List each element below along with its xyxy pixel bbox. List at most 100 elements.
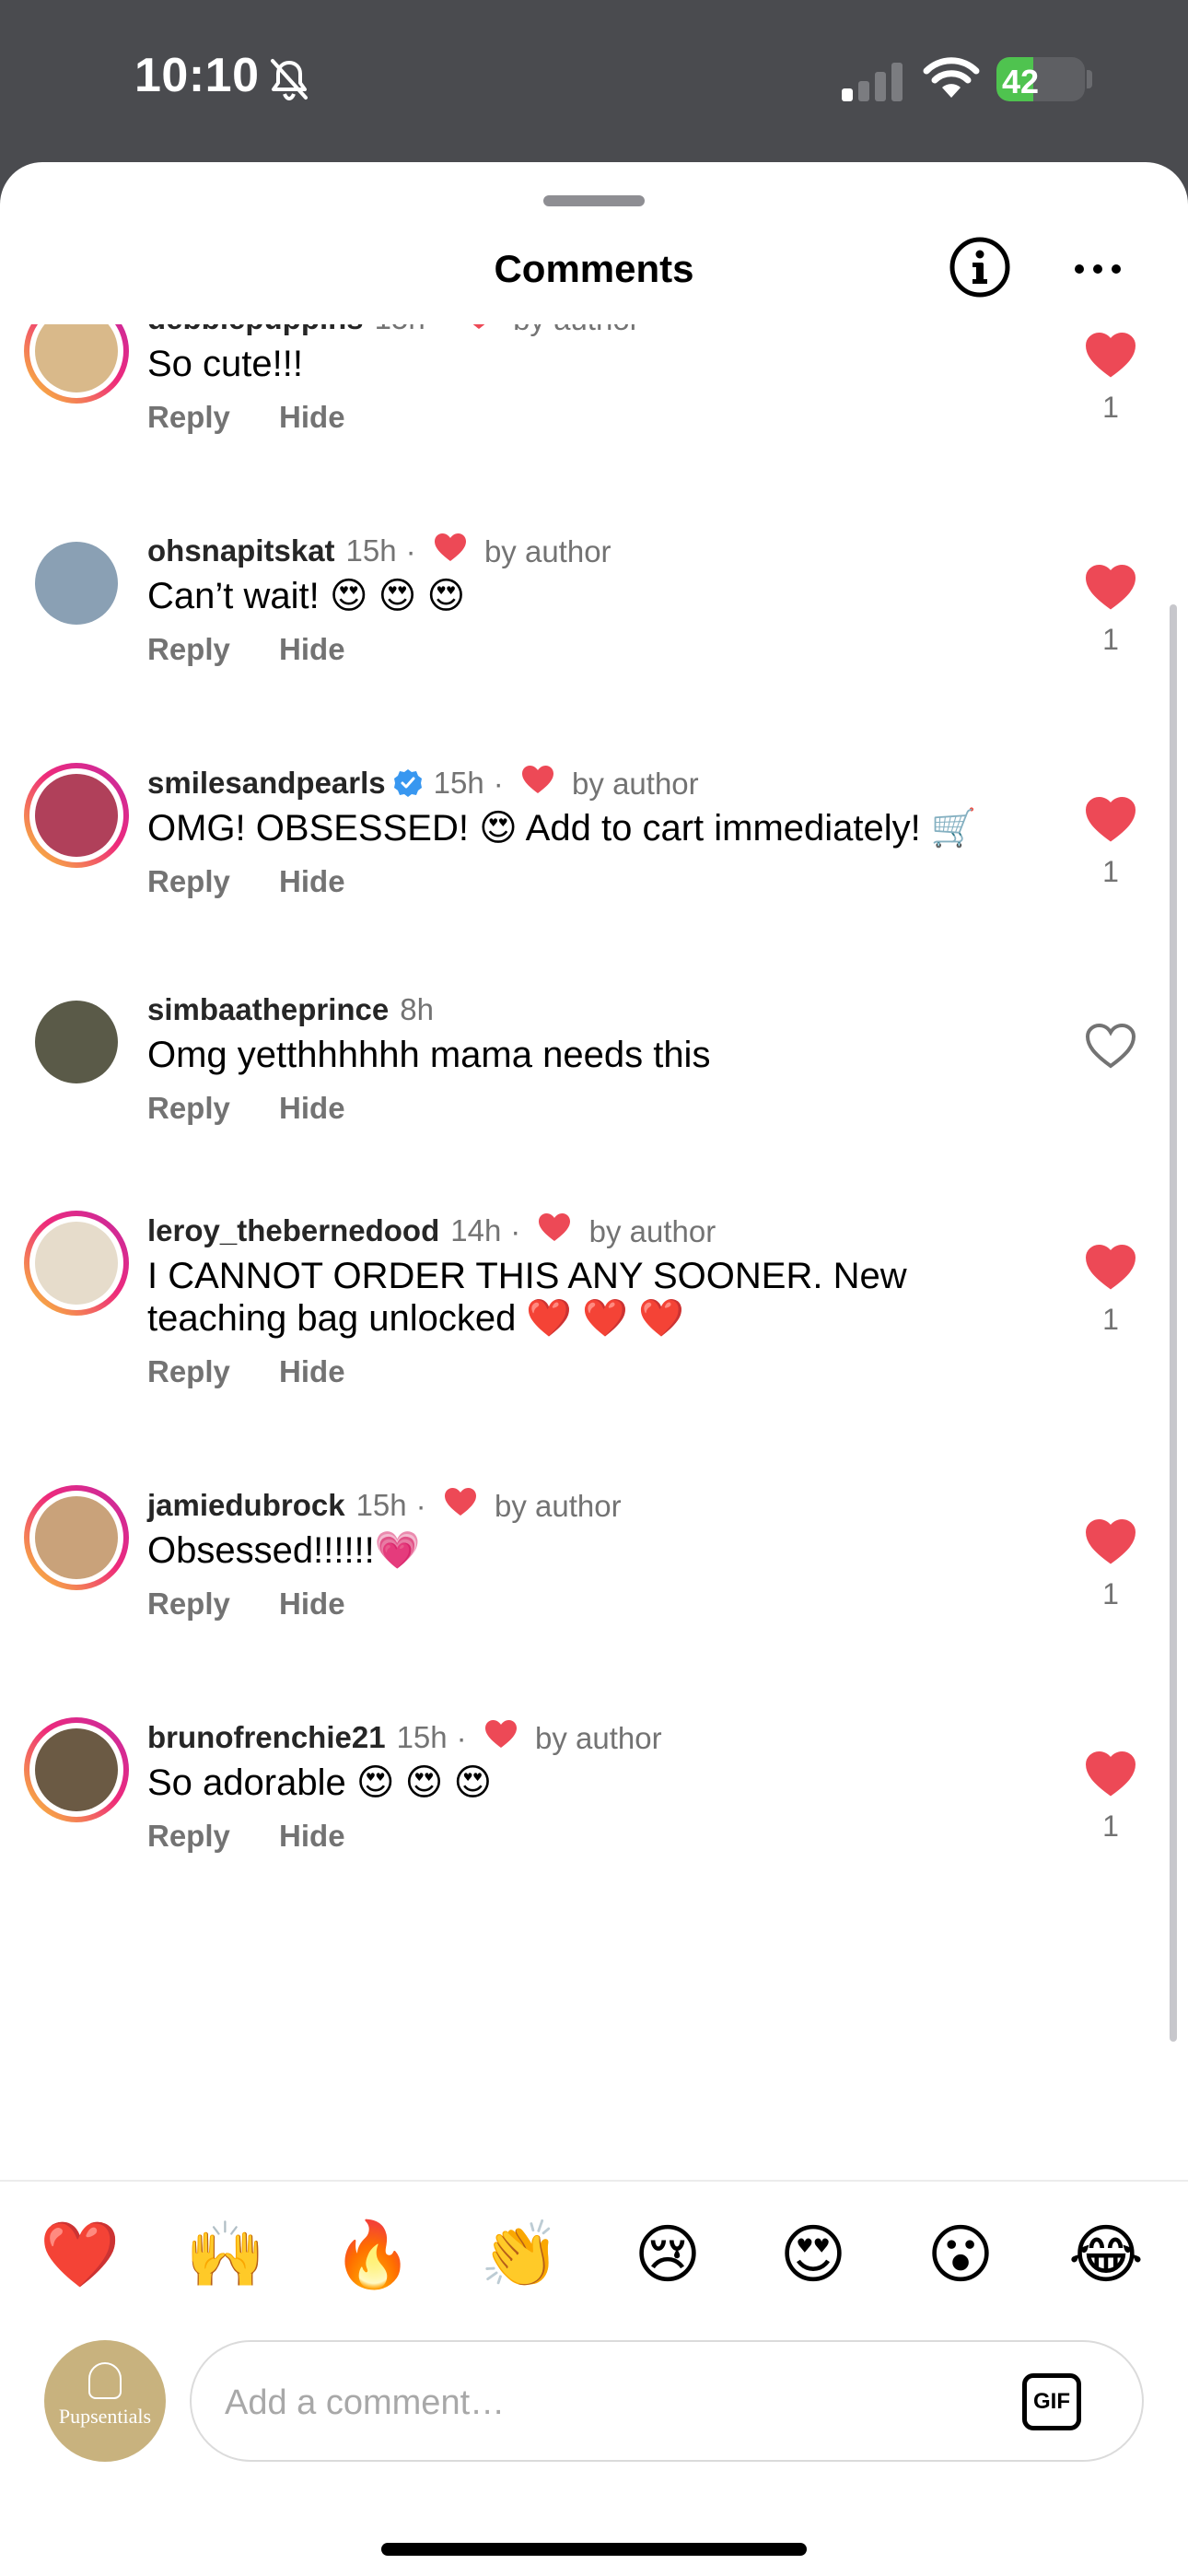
reaction-emoji[interactable]: 😮 xyxy=(919,2213,1002,2296)
author-heart-icon xyxy=(434,533,466,561)
reaction-emoji[interactable]: 😢 xyxy=(626,2213,709,2296)
comment-time: 15h xyxy=(433,766,484,800)
cellular-signal-icon xyxy=(842,63,903,101)
hide-button[interactable]: Hide xyxy=(279,400,345,434)
comment-meta: simbaatheprince 8h xyxy=(147,989,434,1030)
avatar[interactable] xyxy=(24,324,129,404)
hide-button[interactable]: Hide xyxy=(279,864,345,898)
like-heart-icon[interactable] xyxy=(1085,1244,1136,1290)
comment-time: 15h xyxy=(396,1720,448,1754)
comment-item: simbaatheprince 8h Omg yetthhhhhh mama n… xyxy=(0,989,1188,1222)
avatar-ring-gap xyxy=(29,768,123,862)
comment-item: brunofrenchie21 15h · by author So adora… xyxy=(0,1717,1188,1881)
by-author-label: by author xyxy=(534,1721,662,1755)
avatar[interactable] xyxy=(24,1211,129,1316)
comment-list: debbiepuppins 15h · by author So cute!!!… xyxy=(0,324,1188,1881)
verified-badge-icon xyxy=(393,769,422,797)
reaction-emoji[interactable]: 👏 xyxy=(479,2213,562,2296)
comment-actions: Reply Hide xyxy=(147,864,386,899)
liked-by-author: · by author xyxy=(425,324,640,337)
scrollbar[interactable] xyxy=(1170,604,1177,2042)
liked-by-author: · by author xyxy=(501,1212,716,1249)
dog-logo-icon xyxy=(88,2362,122,2399)
avatar-ring-gap xyxy=(29,536,123,630)
reaction-emoji[interactable]: 🙌 xyxy=(184,2213,267,2296)
liked-by-author: · by author xyxy=(397,533,611,569)
avatar[interactable] xyxy=(24,763,129,868)
avatar-image xyxy=(35,324,118,392)
like-count: 1 xyxy=(1102,391,1119,424)
comment-username[interactable]: smilesandpearls xyxy=(147,766,386,801)
reply-button[interactable]: Reply xyxy=(147,400,230,434)
home-indicator[interactable] xyxy=(381,2543,807,2556)
avatar-image xyxy=(35,1222,118,1305)
avatar-image xyxy=(35,1496,118,1579)
comment-time: 14h xyxy=(450,1213,502,1247)
like-heart-icon[interactable] xyxy=(1085,332,1136,378)
hide-button[interactable]: Hide xyxy=(279,1819,345,1853)
avatar[interactable] xyxy=(24,531,129,636)
comment-text: Omg yetthhhhhh mama needs this xyxy=(147,1035,711,1075)
more-options-icon[interactable] xyxy=(1068,241,1127,297)
comment-username[interactable]: brunofrenchie21 xyxy=(147,1720,386,1755)
author-heart-icon xyxy=(539,1213,571,1241)
comment-username[interactable]: debbiepuppins xyxy=(147,324,364,336)
reaction-emoji[interactable]: 😍 xyxy=(772,2213,855,2296)
comment-username[interactable]: leroy_thebernedood xyxy=(147,1213,439,1248)
avatar-image xyxy=(35,774,118,857)
comment-meta: jamiedubrock 15h · by author xyxy=(147,1485,622,1526)
comment-actions: Reply Hide xyxy=(147,400,386,435)
hide-button[interactable]: Hide xyxy=(279,1587,345,1621)
like-heart-icon[interactable] xyxy=(1085,1751,1136,1797)
hide-button[interactable]: Hide xyxy=(279,632,345,666)
reply-button[interactable]: Reply xyxy=(147,1354,230,1388)
wifi-icon xyxy=(923,57,980,98)
comment-username[interactable]: jamiedubrock xyxy=(147,1488,345,1523)
meta-separator: · xyxy=(493,767,504,801)
hide-button[interactable]: Hide xyxy=(279,1354,345,1388)
comment-username[interactable]: simbaatheprince xyxy=(147,992,389,1027)
reaction-emoji[interactable]: 🔥 xyxy=(332,2213,414,2296)
avatar-ring-gap xyxy=(29,1723,123,1817)
avatar[interactable] xyxy=(24,989,129,1095)
comment-time: 15h xyxy=(375,324,425,336)
like-heart-icon[interactable] xyxy=(1085,1023,1136,1069)
reply-button[interactable]: Reply xyxy=(147,1587,230,1621)
composer-avatar[interactable]: Pupsentials xyxy=(44,2340,166,2462)
by-author-label: by author xyxy=(483,534,611,568)
reaction-emoji[interactable]: 😂 xyxy=(1065,2213,1147,2296)
composer-avatar-text: Pupsentials xyxy=(58,2405,152,2428)
comment-meta: debbiepuppins 15h · by author xyxy=(147,324,640,339)
sheet-grabber[interactable] xyxy=(543,195,645,206)
like-heart-icon[interactable] xyxy=(1085,564,1136,610)
comment-text: OMG! OBSESSED! 😍 Add to cart immediately… xyxy=(147,808,977,849)
comment-meta: brunofrenchie21 15h · by author xyxy=(147,1717,662,1758)
comment-input-field[interactable]: GIF xyxy=(190,2340,1144,2462)
liked-by-author: · by author xyxy=(448,1719,662,1756)
comment-input[interactable] xyxy=(225,2375,980,2430)
like-heart-icon[interactable] xyxy=(1085,796,1136,842)
hide-button[interactable]: Hide xyxy=(279,1091,345,1125)
like-heart-icon[interactable] xyxy=(1085,1518,1136,1564)
gif-button[interactable]: GIF xyxy=(1022,2373,1081,2430)
reply-button[interactable]: Reply xyxy=(147,632,230,666)
comment-username[interactable]: ohsnapitskat xyxy=(147,533,335,568)
status-time: 10:10 xyxy=(134,49,260,102)
comment-meta: leroy_thebernedood 14h · by author xyxy=(147,1211,716,1251)
comment-actions: Reply Hide xyxy=(147,1354,386,1389)
avatar-ring-gap xyxy=(29,995,123,1089)
reply-button[interactable]: Reply xyxy=(147,864,230,898)
avatar[interactable] xyxy=(24,1485,129,1590)
comment-item: ohsnapitskat 15h · by author Can’t wait!… xyxy=(0,531,1188,763)
info-icon[interactable] xyxy=(949,236,1011,299)
reaction-emoji[interactable]: ❤️ xyxy=(39,2213,122,2296)
avatar[interactable] xyxy=(24,1717,129,1822)
reply-button[interactable]: Reply xyxy=(147,1819,230,1853)
by-author-label: by author xyxy=(572,767,699,801)
comment-text: So cute!!! xyxy=(147,344,303,384)
comment-time: 15h xyxy=(345,533,397,568)
quick-reaction-bar: ❤️ 🙌 🔥 👏 😢 😍 😮 😂 xyxy=(0,2213,1188,2296)
comment-time: 8h xyxy=(400,992,434,1026)
reply-button[interactable]: Reply xyxy=(147,1091,230,1125)
comment-item: jamiedubrock 15h · by author Obsessed!!!… xyxy=(0,1485,1188,1717)
